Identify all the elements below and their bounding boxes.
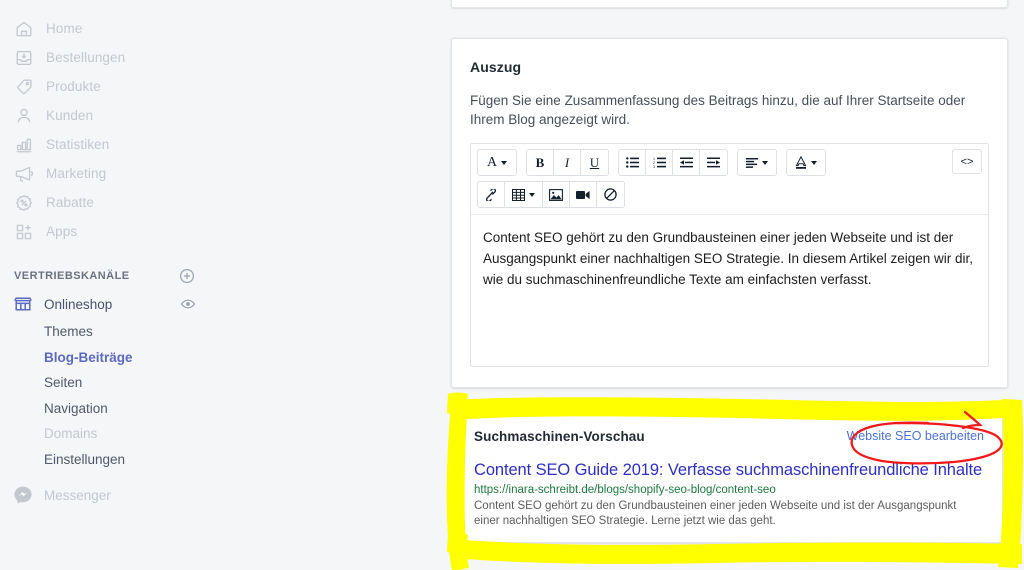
outdent-icon[interactable]: [673, 150, 700, 175]
sidebar-item-label: Blog-Beiträge: [44, 349, 133, 365]
main-content: Auszug Fügen Sie eine Zusammenfassung de…: [451, 0, 1024, 570]
orders-inbox-icon: [14, 48, 34, 68]
sidebar-item-einstellungen[interactable]: Einstellungen: [0, 447, 450, 473]
sidebar: Home Bestellungen Produkte Kunden Statis…: [0, 0, 450, 570]
serp-result-description: Content SEO gehört zu den Grundbausteine…: [474, 500, 957, 527]
bar-chart-icon: [14, 135, 34, 155]
underline-icon[interactable]: U: [581, 150, 608, 175]
link-icon[interactable]: [478, 182, 505, 207]
sidebar-item-label: Messenger: [44, 487, 111, 503]
text-color-icon[interactable]: [787, 150, 825, 175]
customer-person-icon: [14, 106, 34, 126]
sidebar-item-marketing[interactable]: Marketing: [0, 159, 450, 188]
search-engine-preview-card: Suchmaschinen-Vorschau Website SEO bearb…: [455, 408, 1003, 543]
editor-content-area[interactable]: Content SEO gehört zu den Grundbausteine…: [471, 214, 988, 366]
sidebar-item-seiten[interactable]: Seiten: [0, 370, 450, 396]
table-icon[interactable]: [505, 182, 543, 207]
clear-formatting-icon[interactable]: [597, 182, 624, 207]
code-view-icon[interactable]: <>: [952, 149, 982, 174]
sidebar-item-rabatte[interactable]: Rabatte: [0, 188, 450, 217]
eye-icon[interactable]: [180, 296, 196, 312]
unordered-list-icon[interactable]: [619, 150, 646, 175]
sidebar-item-onlineshop[interactable]: Onlineshop: [0, 289, 450, 319]
sidebar-section-vertriebskanaele: VERTRIEBSKANÄLE: [0, 263, 450, 289]
product-tag-icon: [14, 77, 34, 97]
serp-result-title[interactable]: Content SEO Guide 2019: Verfasse suchmas…: [474, 460, 984, 480]
sidebar-item-bestellungen[interactable]: Bestellungen: [0, 43, 450, 72]
edit-website-seo-link[interactable]: Website SEO bearbeiten: [847, 429, 984, 443]
sidebar-item-label: Rabatte: [46, 195, 94, 210]
sidebar-item-label: Einstellungen: [44, 451, 126, 467]
sidebar-item-label: Domains: [44, 426, 98, 442]
toolbar-group-align: [737, 149, 777, 176]
editor-toolbar-row-2: [471, 176, 988, 214]
sidebar-item-domains[interactable]: Domains: [0, 421, 450, 447]
align-icon[interactable]: [738, 150, 776, 175]
sidebar-item-apps[interactable]: Apps: [0, 217, 450, 246]
toolbar-group-style: B I U: [526, 149, 609, 176]
discount-badge-icon: [14, 193, 34, 213]
sidebar-item-produkte[interactable]: Produkte: [0, 72, 450, 101]
ordered-list-icon[interactable]: 123: [646, 150, 673, 175]
rich-text-editor: A B I U 123 <> Content SEO gehört zu den…: [470, 143, 989, 367]
card-above-partial: [451, 0, 1008, 8]
sidebar-item-label: Marketing: [46, 166, 107, 181]
messenger-bubble-icon: [12, 484, 34, 506]
excerpt-help-text: Fügen Sie eine Zusammenfassung des Beitr…: [470, 93, 966, 127]
sidebar-item-messenger[interactable]: Messenger: [0, 480, 450, 510]
page-title: Auszug: [470, 59, 522, 75]
editor-body-text: Content SEO gehört zu den Grundbausteine…: [483, 230, 974, 287]
sidebar-item-label: Themes: [44, 324, 93, 340]
sidebar-item-statistiken[interactable]: Statistiken: [0, 130, 450, 159]
toolbar-group-insert: [477, 181, 625, 208]
indent-icon[interactable]: [700, 150, 727, 175]
sidebar-item-navigation[interactable]: Navigation: [0, 396, 450, 422]
italic-icon[interactable]: I: [554, 150, 581, 175]
toolbar-group-lists: 123: [618, 149, 728, 176]
toolbar-group-color: [786, 149, 826, 176]
sidebar-item-label: Onlineshop: [44, 296, 113, 312]
sidebar-item-label: Navigation: [44, 400, 108, 416]
megaphone-icon: [14, 164, 34, 184]
sidebar-item-themes[interactable]: Themes: [0, 319, 450, 345]
serp-header: Suchmaschinen-Vorschau Website SEO bearb…: [474, 429, 984, 444]
sidebar-item-blog-beitraege[interactable]: Blog-Beiträge: [0, 345, 450, 371]
sidebar-item-label: Apps: [46, 224, 78, 239]
sidebar-item-home[interactable]: Home: [0, 14, 450, 43]
sidebar-item-label: Seiten: [44, 375, 83, 391]
font-family-icon[interactable]: A: [478, 150, 516, 175]
serp-heading: Suchmaschinen-Vorschau: [474, 429, 645, 444]
toolbar-group-font: A: [477, 149, 517, 176]
sidebar-item-label: Produkte: [46, 79, 101, 94]
image-icon[interactable]: [543, 182, 570, 207]
home-icon: [14, 19, 34, 39]
svg-text:3: 3: [653, 165, 655, 168]
video-icon[interactable]: [570, 182, 597, 207]
sidebar-item-label: Bestellungen: [46, 50, 126, 65]
excerpt-card: Auszug Fügen Sie eine Zusammenfassung de…: [451, 38, 1008, 388]
section-title: VERTRIEBSKANÄLE: [14, 270, 130, 282]
storefront-icon: [12, 293, 34, 315]
apps-grid-plus-icon: [14, 222, 34, 242]
sidebar-item-label: Kunden: [46, 108, 94, 123]
serp-result-url: https://inara-schreibt.de/blogs/shopify-…: [474, 484, 776, 496]
bold-icon[interactable]: B: [527, 150, 554, 175]
sidebar-item-label: Home: [46, 21, 83, 36]
sidebar-item-label: Statistiken: [46, 137, 110, 152]
plus-circle-icon[interactable]: [179, 268, 195, 284]
sidebar-item-kunden[interactable]: Kunden: [0, 101, 450, 130]
editor-toolbar-row-1: A B I U 123 <>: [471, 144, 988, 176]
